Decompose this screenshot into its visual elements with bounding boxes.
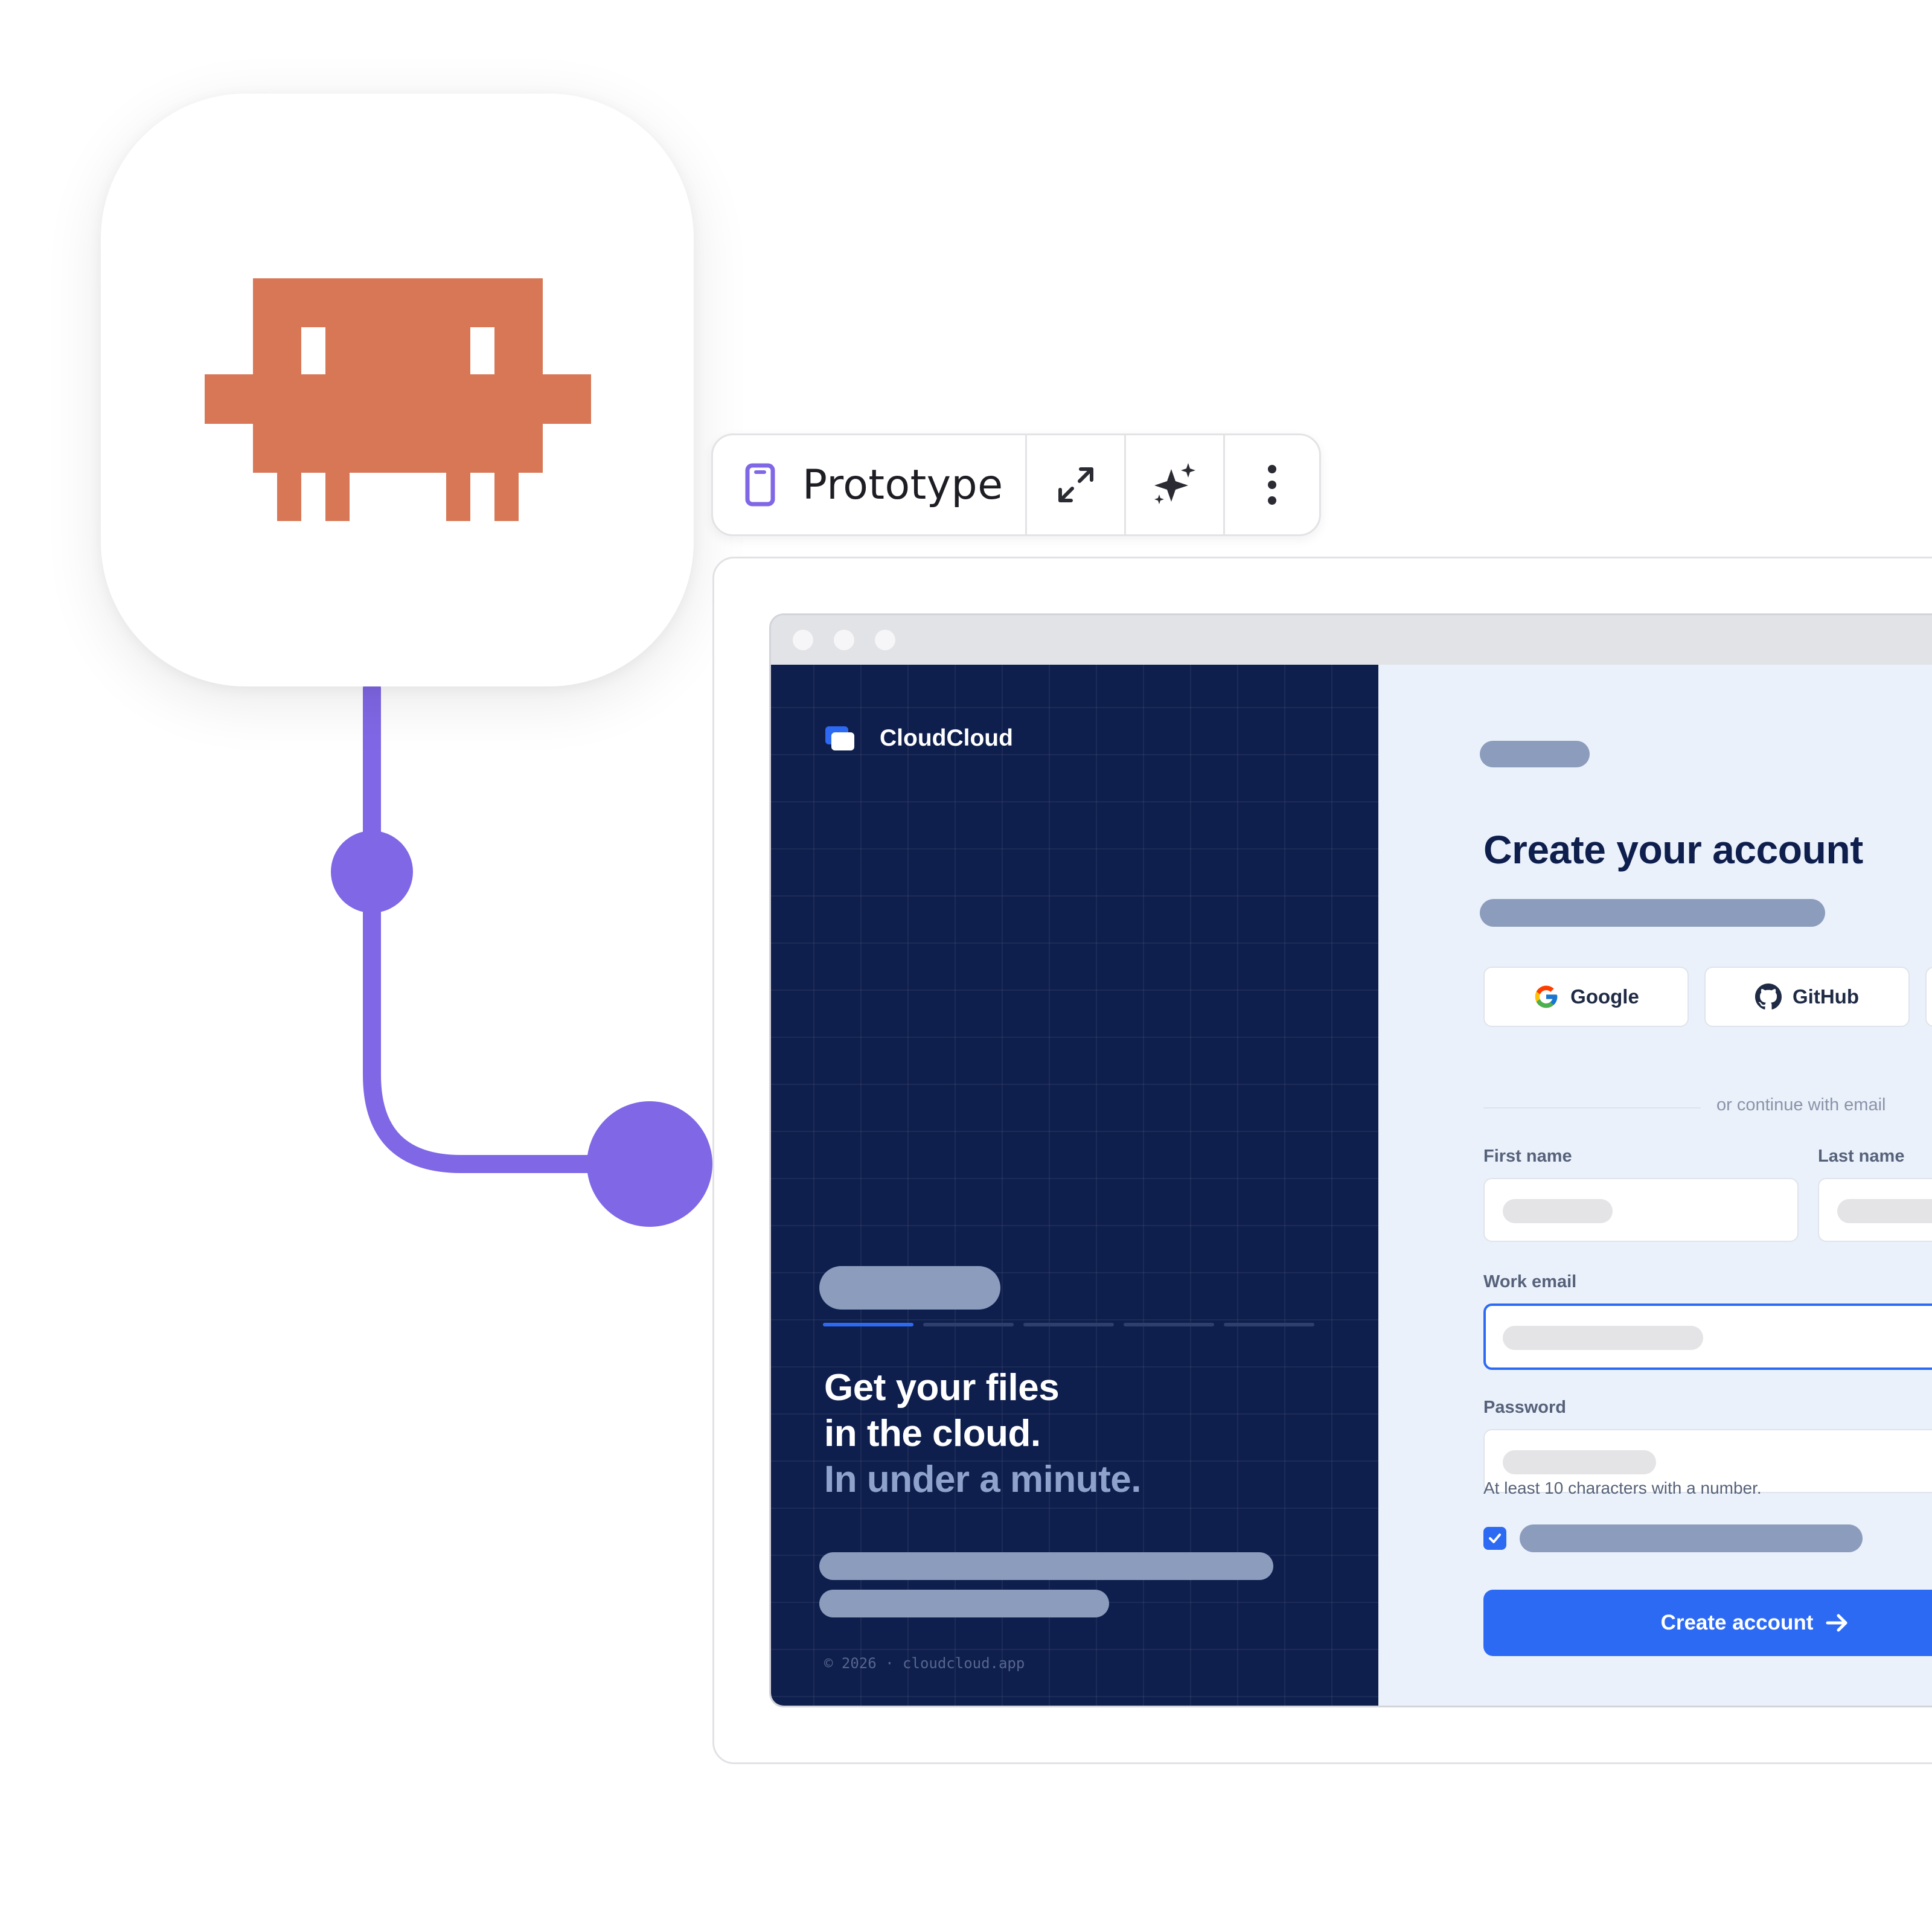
- copy-skeleton-line: [819, 1552, 1273, 1580]
- sparkle-icon: [1154, 463, 1195, 504]
- more-options-button[interactable]: [1225, 435, 1319, 534]
- github-signin-button[interactable]: GitHub: [1704, 967, 1910, 1027]
- divider-text: or continue with email: [1716, 1095, 1886, 1115]
- input-placeholder-skeleton: [1837, 1199, 1932, 1223]
- hero-headline-line2: in the cloud.: [824, 1413, 1041, 1454]
- password-label: Password: [1483, 1398, 1566, 1417]
- cloudcloud-logo-icon: [825, 726, 854, 750]
- window-dot-maximize[interactable]: [875, 630, 895, 650]
- prototype-label: Prototype: [802, 461, 1003, 509]
- copy-skeleton-line: [819, 1590, 1109, 1617]
- phone-icon: [745, 463, 775, 507]
- prototype-mode-button[interactable]: Prototype: [713, 435, 1027, 534]
- browser-titlebar: [771, 615, 1932, 665]
- last-name-label: Last name: [1818, 1147, 1905, 1166]
- divider-line: [1483, 1107, 1701, 1108]
- create-account-button[interactable]: Create account: [1483, 1590, 1932, 1656]
- input-placeholder-skeleton: [1503, 1199, 1613, 1223]
- hero-headline-line1: Get your files: [824, 1367, 1060, 1409]
- more-signin-button[interactable]: [1925, 967, 1932, 1027]
- ai-assist-button[interactable]: [1126, 435, 1225, 534]
- marketing-panel: CloudCloud Get your files in the cloud. …: [771, 665, 1378, 1706]
- terms-skeleton-label: [1520, 1524, 1863, 1552]
- eyebrow-skeleton: [819, 1266, 1000, 1310]
- input-placeholder-skeleton: [1503, 1326, 1703, 1350]
- signup-form-panel: Create your account Google GitHub or con…: [1378, 665, 1932, 1706]
- google-label: Google: [1570, 985, 1639, 1008]
- browser-window: CloudCloud Get your files in the cloud. …: [769, 613, 1932, 1707]
- progress-segment[interactable]: [1023, 1323, 1114, 1326]
- pixel-mascot-icon: [205, 278, 591, 521]
- expand-icon: [1058, 467, 1093, 502]
- first-name-label: First name: [1483, 1147, 1572, 1166]
- prototype-toolbar: Prototype: [711, 433, 1321, 536]
- password-hint: At least 10 characters with a number.: [1483, 1479, 1762, 1497]
- badge-skeleton: [1480, 741, 1590, 767]
- expand-button[interactable]: [1027, 435, 1126, 534]
- connector-node-large: [587, 1101, 712, 1227]
- brand-name: CloudCloud: [880, 725, 1013, 751]
- app-icon-tile[interactable]: [101, 94, 694, 686]
- subtitle-skeleton: [1480, 899, 1825, 927]
- progress-segment-active[interactable]: [823, 1323, 913, 1326]
- github-icon: [1755, 984, 1782, 1009]
- google-icon: [1535, 985, 1558, 1008]
- progress-segment[interactable]: [1224, 1323, 1314, 1326]
- terms-checkbox[interactable]: [1483, 1527, 1506, 1550]
- hero-headline-accent: In under a minute.: [824, 1459, 1141, 1500]
- google-signin-button[interactable]: Google: [1483, 967, 1689, 1027]
- work-email-input[interactable]: [1483, 1303, 1932, 1370]
- check-icon: [1489, 1534, 1501, 1543]
- progress-segment[interactable]: [923, 1323, 1014, 1326]
- work-email-label: Work email: [1483, 1272, 1577, 1291]
- last-name-input[interactable]: [1818, 1178, 1932, 1242]
- window-dot-minimize[interactable]: [834, 630, 854, 650]
- github-label: GitHub: [1793, 985, 1859, 1008]
- first-name-input[interactable]: [1483, 1178, 1799, 1242]
- arrow-right-icon: [1826, 1614, 1847, 1632]
- connector-node-small: [331, 831, 413, 913]
- create-account-label: Create account: [1660, 1611, 1814, 1634]
- more-vertical-icon: [1268, 465, 1276, 505]
- window-dot-close[interactable]: [793, 630, 813, 650]
- input-placeholder-skeleton: [1503, 1450, 1656, 1474]
- progress-segment[interactable]: [1124, 1323, 1214, 1326]
- form-title: Create your account: [1483, 827, 1863, 872]
- footer-copyright: © 2026 · cloudcloud.app: [824, 1655, 1025, 1672]
